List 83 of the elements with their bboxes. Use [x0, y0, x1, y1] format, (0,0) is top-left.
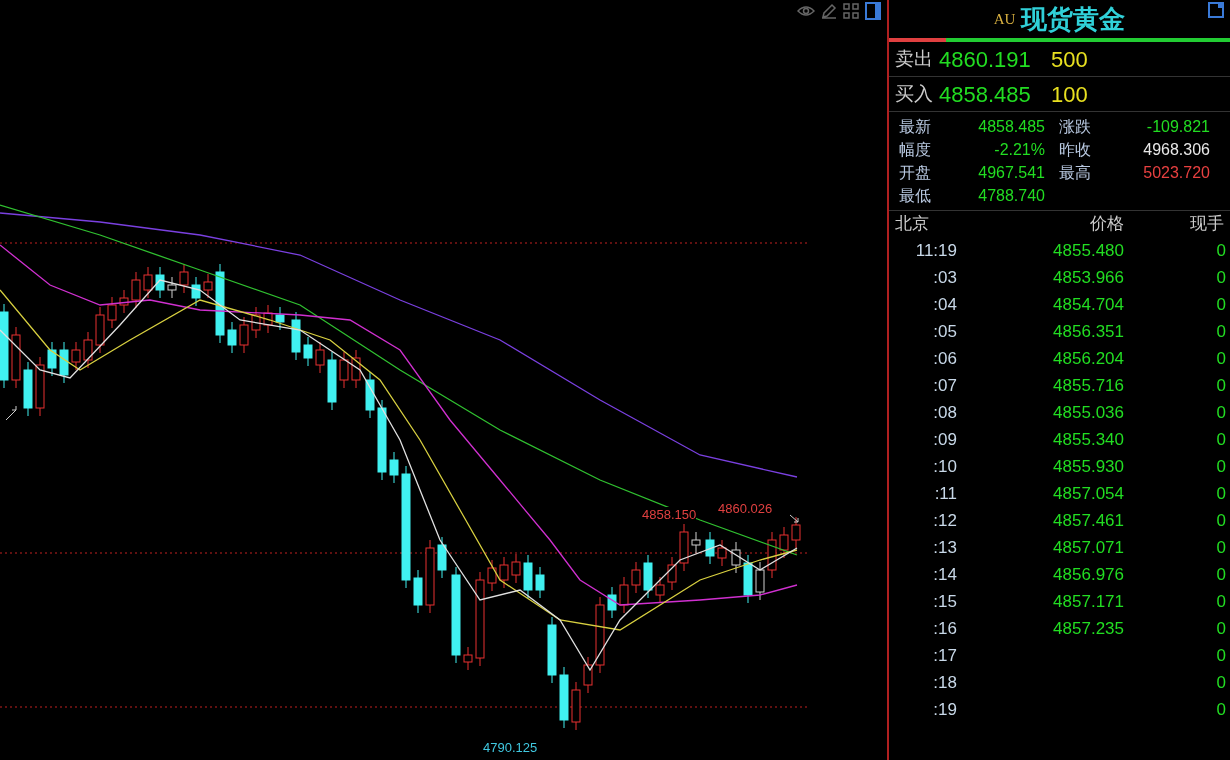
tick-price: 4855.716 [1052, 374, 1125, 397]
tick-time: :18 [932, 671, 957, 694]
window-icon[interactable] [1208, 2, 1224, 18]
tick-price: 4857.235 [1052, 617, 1125, 640]
tick-volume: 0 [1215, 374, 1226, 397]
symbol-name: 现货黄金 [1021, 2, 1126, 36]
stat-value: 4788.740 [977, 186, 1046, 206]
eye-icon[interactable] [797, 4, 815, 18]
tick-price: 4856.204 [1052, 347, 1125, 370]
tick-price: 4853.966 [1052, 266, 1125, 289]
column-header: 价格 [1089, 213, 1124, 235]
tick-time: :13 [932, 536, 957, 559]
tick-time: :19 [932, 698, 957, 721]
tick-volume: 0 [1215, 320, 1226, 343]
tick-price: 4857.054 [1052, 482, 1125, 505]
tick-volume: 0 [1215, 671, 1226, 694]
tick-volume: 0 [1215, 617, 1226, 640]
tick-volume: 0 [1215, 266, 1226, 289]
tick-volume: 0 [1215, 347, 1226, 370]
tick-time: :07 [932, 374, 957, 397]
stat-label: 幅度 [898, 140, 932, 160]
bid-volume: 100 [1051, 80, 1088, 109]
tick-price: 4855.930 [1052, 455, 1125, 478]
bid-price: 4858.485 [939, 80, 1032, 109]
bid-label: 买入 [895, 81, 934, 106]
tick-price: 4856.351 [1052, 320, 1125, 343]
tick-time: :17 [932, 644, 957, 667]
grid-icon[interactable] [843, 3, 859, 19]
stat-value: -2.21% [993, 140, 1046, 160]
tick-time: :08 [932, 401, 957, 424]
column-header: 现手 [1189, 213, 1224, 235]
tick-price: 4857.461 [1052, 509, 1125, 532]
stat-label: 涨跌 [1058, 117, 1092, 137]
stat-value: 5023.720 [1142, 163, 1211, 183]
ask-price: 4860.191 [939, 45, 1032, 74]
tick-time: :14 [932, 563, 957, 586]
tick-volume: 0 [1215, 590, 1226, 613]
tick-volume: 0 [1215, 455, 1226, 478]
symbol-code: AU [993, 9, 1016, 29]
tick-volume: 0 [1215, 698, 1226, 721]
column-header: 北京 [895, 213, 930, 235]
ask-volume: 500 [1051, 45, 1088, 74]
tick-volume: 0 [1215, 428, 1226, 451]
tick-price: 4856.976 [1052, 563, 1125, 586]
stat-label: 最低 [898, 186, 932, 206]
stat-label: 昨收 [1058, 140, 1092, 160]
ask-label: 卖出 [895, 46, 934, 71]
tick-volume: 0 [1215, 293, 1226, 316]
stat-value: 4968.306 [1142, 140, 1211, 160]
tick-time: :06 [932, 347, 957, 370]
stat-label: 开盘 [898, 163, 932, 183]
tick-price: 4857.171 [1052, 590, 1125, 613]
tick-time: :10 [932, 455, 957, 478]
tick-price: 4855.340 [1052, 428, 1125, 451]
tick-time: :16 [932, 617, 957, 640]
tick-time: :12 [932, 509, 957, 532]
stat-label: 最新 [898, 117, 932, 137]
tick-volume: 0 [1215, 239, 1226, 262]
stat-value: 4858.485 [977, 117, 1046, 137]
stat-label: 最高 [1058, 163, 1092, 183]
tick-volume: 0 [1215, 482, 1226, 505]
tick-time: :04 [932, 293, 957, 316]
tick-price: 4857.071 [1052, 536, 1125, 559]
window-icon[interactable] [865, 2, 881, 20]
tick-volume: 0 [1215, 401, 1226, 424]
tick-volume: 0 [1215, 644, 1226, 667]
pointer-arrow [789, 514, 799, 523]
stat-value: 4967.541 [977, 163, 1046, 183]
pointer-arrow [5, 405, 17, 421]
pencil-icon[interactable] [821, 3, 837, 19]
tick-time: :05 [932, 320, 957, 343]
tick-volume: 0 [1215, 509, 1226, 532]
tick-price: 4855.036 [1052, 401, 1125, 424]
tick-time: :09 [932, 428, 957, 451]
tick-time: :11 [933, 482, 957, 505]
stat-value: -109.821 [1145, 117, 1211, 137]
tick-volume: 0 [1215, 563, 1226, 586]
tick-time: 11:19 [914, 239, 957, 262]
tick-price: 4854.704 [1052, 293, 1125, 316]
tick-time: :03 [932, 266, 957, 289]
tick-time: :15 [932, 590, 957, 613]
tick-volume: 0 [1215, 536, 1226, 559]
tick-price: 4855.480 [1052, 239, 1125, 262]
